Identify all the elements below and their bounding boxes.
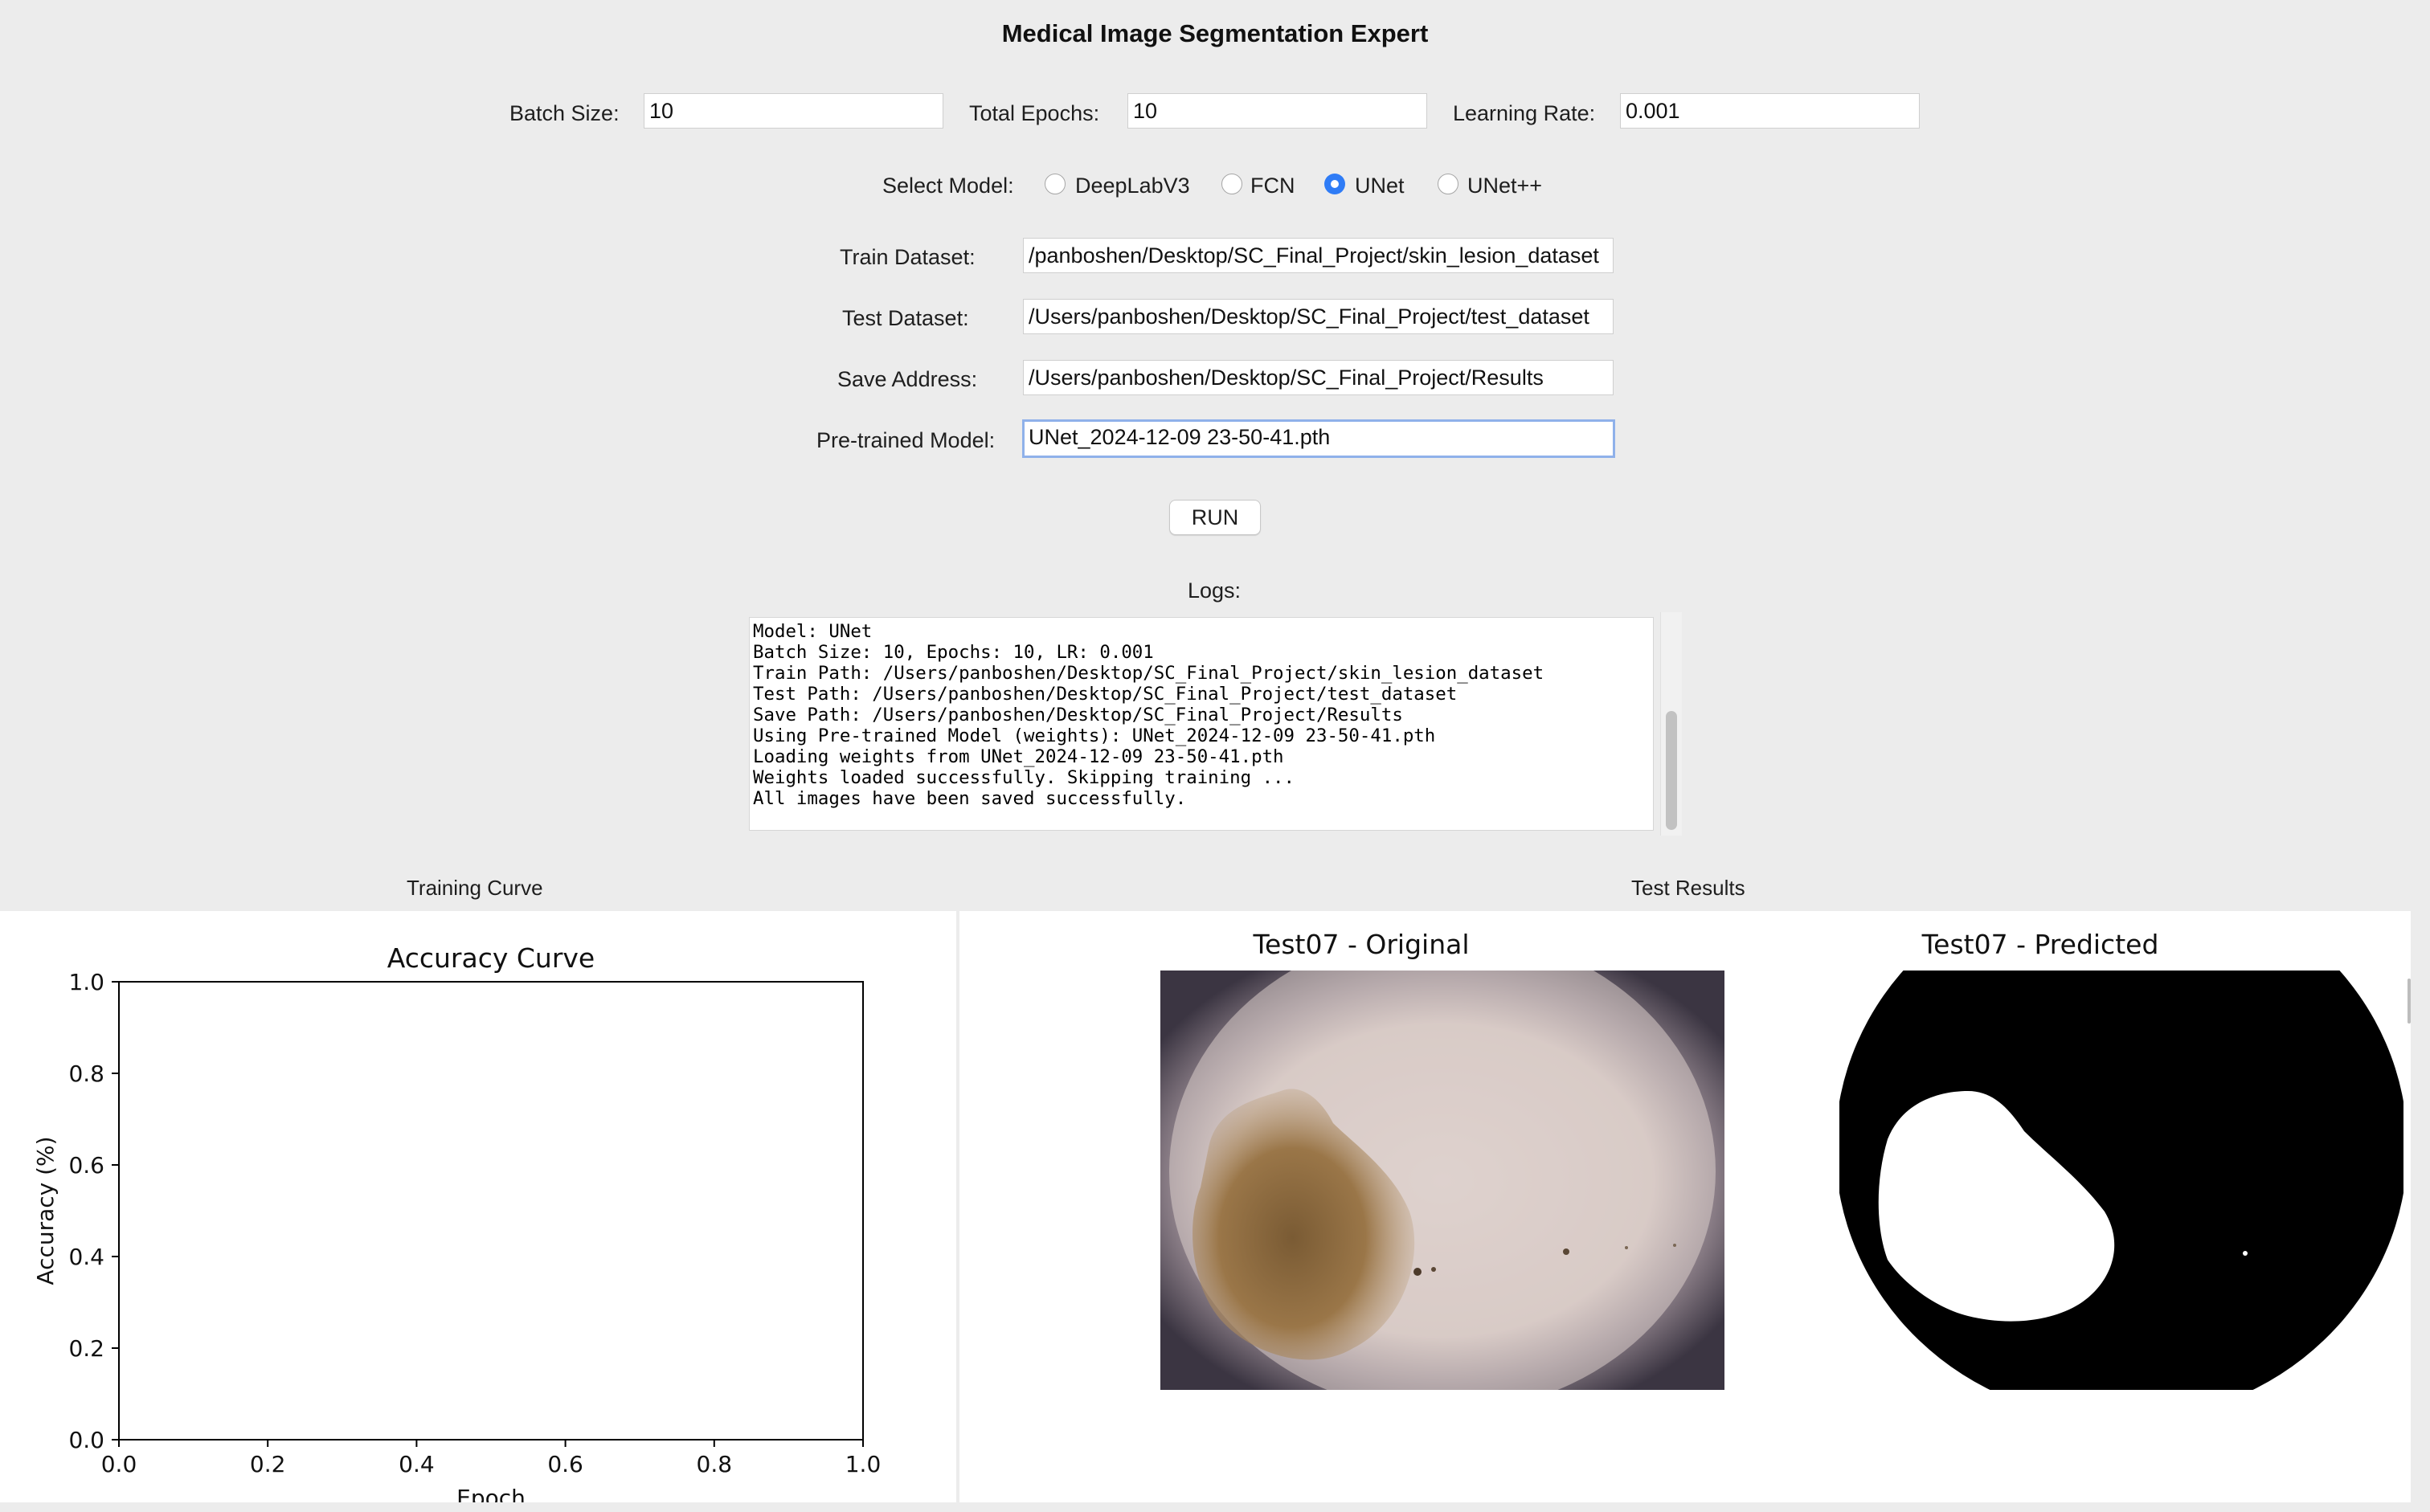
log-line: Test Path: /Users/panboshen/Desktop/SC_F… xyxy=(753,684,1458,705)
select-model-label: Select Model: xyxy=(882,174,1014,198)
chart-title: Accuracy Curve xyxy=(387,942,595,974)
log-line: Model: UNet xyxy=(753,621,873,642)
learning-rate-input[interactable]: 0.001 xyxy=(1620,93,1920,129)
logs-label: Logs: xyxy=(1188,578,1242,603)
radio-fcn[interactable] xyxy=(1221,174,1242,194)
x-axis-label: Epoch xyxy=(456,1485,526,1502)
test-dataset-input[interactable]: /Users/panboshen/Desktop/SC_Final_Projec… xyxy=(1023,299,1614,334)
log-line: Loading weights from UNet_2024-12-09 23-… xyxy=(753,746,1284,767)
log-line: Train Path: /Users/panboshen/Desktop/SC_… xyxy=(753,663,1544,684)
radio-unetpp-label[interactable]: UNet++ xyxy=(1467,174,1542,198)
train-dataset-label: Train Dataset: xyxy=(840,245,976,269)
pretrained-model-label: Pre-trained Model: xyxy=(816,428,996,452)
y-tick-label: 1.0 xyxy=(68,969,104,995)
x-tick-label: 0.0 xyxy=(101,1451,137,1477)
batch-size-label: Batch Size: xyxy=(509,101,620,125)
radio-deeplabv3-label[interactable]: DeepLabV3 xyxy=(1075,174,1190,198)
batch-size-input[interactable]: 10 xyxy=(644,93,943,129)
app-title: Medical Image Segmentation Expert xyxy=(1001,19,1429,47)
log-line: All images have been saved successfully. xyxy=(753,788,1187,809)
logs-scrollbar-thumb[interactable] xyxy=(1666,711,1677,830)
results-scrollbar-thumb[interactable] xyxy=(2408,979,2411,1024)
radio-unet-label[interactable]: UNet xyxy=(1355,174,1405,198)
test-results-label: Test Results xyxy=(1631,876,1745,900)
original-image-title: Test07 - Original xyxy=(1253,929,1470,960)
learning-rate-label: Learning Rate: xyxy=(1453,101,1596,125)
chart-axes-frame xyxy=(118,981,864,1440)
log-line: Save Path: /Users/panboshen/Desktop/SC_F… xyxy=(753,705,1403,725)
x-tick-label: 0.8 xyxy=(697,1451,733,1477)
predicted-mask-image xyxy=(1839,971,2403,1390)
log-line: Weights loaded successfully. Skipping tr… xyxy=(753,767,1295,788)
total-epochs-label: Total Epochs: xyxy=(969,101,1100,125)
x-tick-label: 0.4 xyxy=(399,1451,435,1477)
x-tick-label: 1.0 xyxy=(845,1451,882,1477)
run-button[interactable]: RUN xyxy=(1169,500,1261,535)
train-dataset-input[interactable]: /panboshen/Desktop/SC_Final_Project/skin… xyxy=(1023,238,1614,273)
training-curve-panel: Accuracy Curve 0.0 0.2 0.4 0.6 0.8 1.0 0.0 0.2 0.… xyxy=(0,911,956,1502)
logs-textarea[interactable]: Model: UNet Batch Size: 10, Epochs: 10, … xyxy=(749,617,1654,831)
radio-unet[interactable] xyxy=(1324,174,1345,194)
training-curve-label: Training Curve xyxy=(407,876,543,900)
y-tick-label: 0.4 xyxy=(68,1244,104,1270)
radio-fcn-label[interactable]: FCN xyxy=(1250,174,1295,198)
y-tick-label: 0.0 xyxy=(68,1427,104,1453)
radio-unetpp[interactable] xyxy=(1438,174,1458,194)
log-line: Using Pre-trained Model (weights): UNet_… xyxy=(753,725,1436,746)
pretrained-model-input[interactable]: UNet_2024-12-09 23-50-41.pth xyxy=(1022,419,1615,458)
x-tick-label: 0.2 xyxy=(250,1451,286,1477)
original-image xyxy=(1160,971,1724,1390)
log-line: Batch Size: 10, Epochs: 10, LR: 0.001 xyxy=(753,642,1154,663)
save-address-input[interactable]: /Users/panboshen/Desktop/SC_Final_Projec… xyxy=(1023,360,1614,395)
radio-deeplabv3[interactable] xyxy=(1045,174,1066,194)
accuracy-chart: Accuracy Curve 0.0 0.2 0.4 0.6 0.8 1.0 0.0 0.2 0.… xyxy=(32,942,882,1502)
test-dataset-label: Test Dataset: xyxy=(842,306,969,330)
y-axis-label: Accuracy (%) xyxy=(32,1136,59,1285)
test-results-panel: Test07 - Original Test07 - Predicted xyxy=(959,911,2411,1502)
save-address-label: Save Address: xyxy=(837,367,978,391)
total-epochs-input[interactable]: 10 xyxy=(1127,93,1427,129)
y-tick-label: 0.2 xyxy=(68,1335,104,1362)
x-tick-label: 0.6 xyxy=(547,1451,583,1477)
y-tick-label: 0.6 xyxy=(68,1152,104,1179)
predicted-image-title: Test07 - Predicted xyxy=(1921,929,2159,960)
y-tick-label: 0.8 xyxy=(68,1060,104,1087)
